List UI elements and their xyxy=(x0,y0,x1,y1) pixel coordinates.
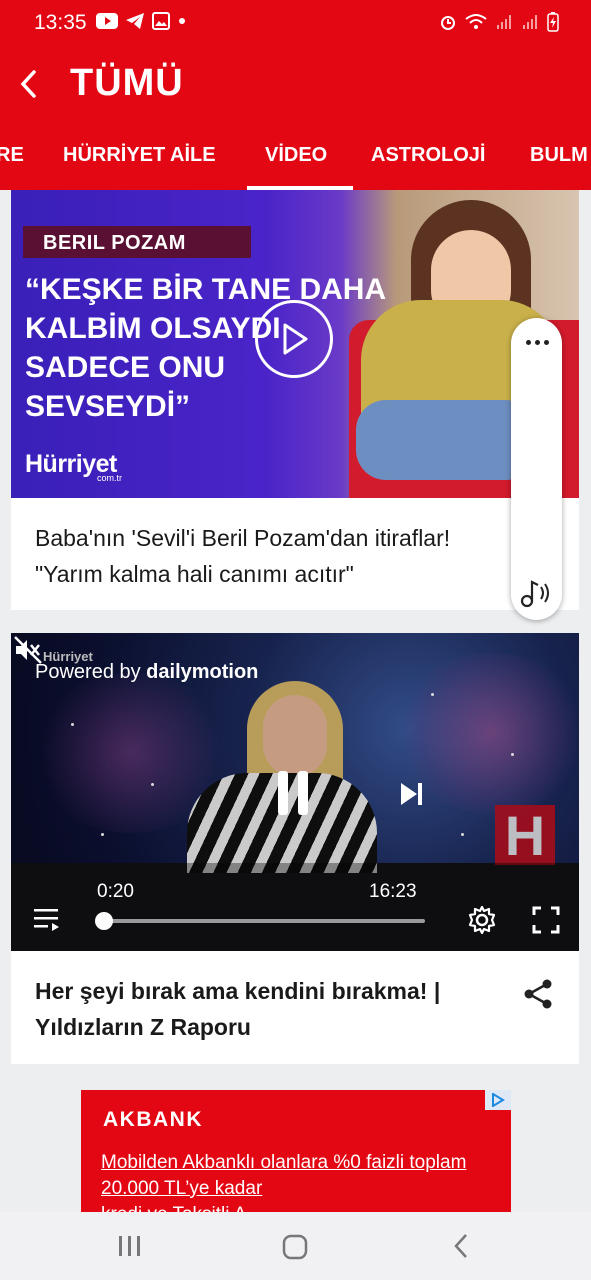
wifi-icon xyxy=(465,14,487,29)
signal-icon xyxy=(497,15,511,29)
powered-by-label: Powered by dailymotion xyxy=(35,661,258,684)
hurriyet-logo-sub: com.tr xyxy=(97,473,123,483)
back-button[interactable] xyxy=(8,62,48,106)
akbank-ad-banner[interactable]: AKBANK Mobilden Akbanklı olanlara %0 fai… xyxy=(81,1090,511,1220)
skip-next-icon[interactable] xyxy=(397,779,427,809)
adchoices-button[interactable] xyxy=(485,1090,511,1110)
telegram-icon xyxy=(126,13,144,29)
gear-icon[interactable] xyxy=(467,905,497,935)
signal-icon xyxy=(523,15,537,29)
video-player[interactable]: H Hürriyet Powered by dailymotion 0:20 1… xyxy=(11,633,579,951)
category-tabs: RE HÜRRİYET AİLE VİDEO ASTROLOJİ BULM xyxy=(0,126,591,190)
audio-note-icon xyxy=(520,580,549,608)
status-notification-icons xyxy=(96,12,187,30)
status-system-icons xyxy=(439,12,559,32)
play-icon xyxy=(283,323,308,355)
video-title[interactable]: Her şeyi bırak ama kendini bırakma! | Yı… xyxy=(35,973,505,1045)
ad-text-main: Mobilden Akbanklı olanlara %0 faizli top… xyxy=(101,1152,467,1199)
powered-by-prefix: Powered by xyxy=(35,661,147,683)
pause-button[interactable] xyxy=(273,771,313,817)
current-time: 0:20 xyxy=(97,881,134,902)
tab-partial-left[interactable]: RE xyxy=(0,144,24,167)
tab-video[interactable]: VİDEO xyxy=(265,144,327,167)
playlist-icon[interactable] xyxy=(33,906,61,932)
app-bar: TÜMÜ xyxy=(0,48,591,126)
tab-bulmaca-partial[interactable]: BULM xyxy=(530,144,588,167)
ad-text[interactable]: Mobilden Akbanklı olanlara %0 faizli top… xyxy=(101,1150,501,1220)
video-player-card: H Hürriyet Powered by dailymotion 0:20 1… xyxy=(11,633,579,1064)
duration: 16:23 xyxy=(369,881,417,902)
alarm-icon xyxy=(441,16,455,30)
tab-hurriyet-aile[interactable]: HÜRRİYET AİLE xyxy=(63,144,216,167)
dot-icon xyxy=(179,18,185,24)
progress-handle[interactable] xyxy=(95,912,113,930)
more-options-button[interactable] xyxy=(519,330,555,354)
recents-icon[interactable] xyxy=(116,1234,144,1258)
chevron-left-icon xyxy=(20,70,36,98)
fullscreen-icon[interactable] xyxy=(531,905,561,935)
back-icon[interactable] xyxy=(450,1232,474,1260)
progress-bar[interactable] xyxy=(103,919,425,923)
gallery-icon xyxy=(152,12,170,30)
status-time: 13:35 xyxy=(34,11,87,34)
floating-side-panel xyxy=(511,318,562,620)
video-thumbnail[interactable]: BERIL POZAM “KEŞKE BİR TANE DAHA KALBİM … xyxy=(11,190,579,498)
status-bar: 13:35 xyxy=(0,0,591,48)
adchoices-icon xyxy=(492,1093,505,1107)
play-button[interactable] xyxy=(255,300,333,378)
pause-icon xyxy=(278,771,288,815)
video-card[interactable]: BERIL POZAM “KEŞKE BİR TANE DAHA KALBİM … xyxy=(11,190,579,610)
share-icon[interactable] xyxy=(521,977,555,1011)
ad-brand: AKBANK xyxy=(103,1108,203,1131)
audio-button[interactable] xyxy=(519,576,555,610)
tab-astroloji[interactable]: ASTROLOJİ xyxy=(371,144,485,167)
youtube-icon xyxy=(96,13,118,29)
video-title[interactable]: Baba'nın 'Sevil'i Beril Pozam'dan itiraf… xyxy=(35,520,475,592)
thumbnail-name: BERIL POZAM xyxy=(43,232,186,254)
battery-charging-icon xyxy=(547,12,559,32)
more-horizontal-icon xyxy=(525,339,531,345)
dailymotion-brand: dailymotion xyxy=(146,661,259,683)
home-icon[interactable] xyxy=(282,1234,308,1260)
page-title: TÜMÜ xyxy=(70,62,184,104)
system-nav-bar xyxy=(0,1212,591,1280)
